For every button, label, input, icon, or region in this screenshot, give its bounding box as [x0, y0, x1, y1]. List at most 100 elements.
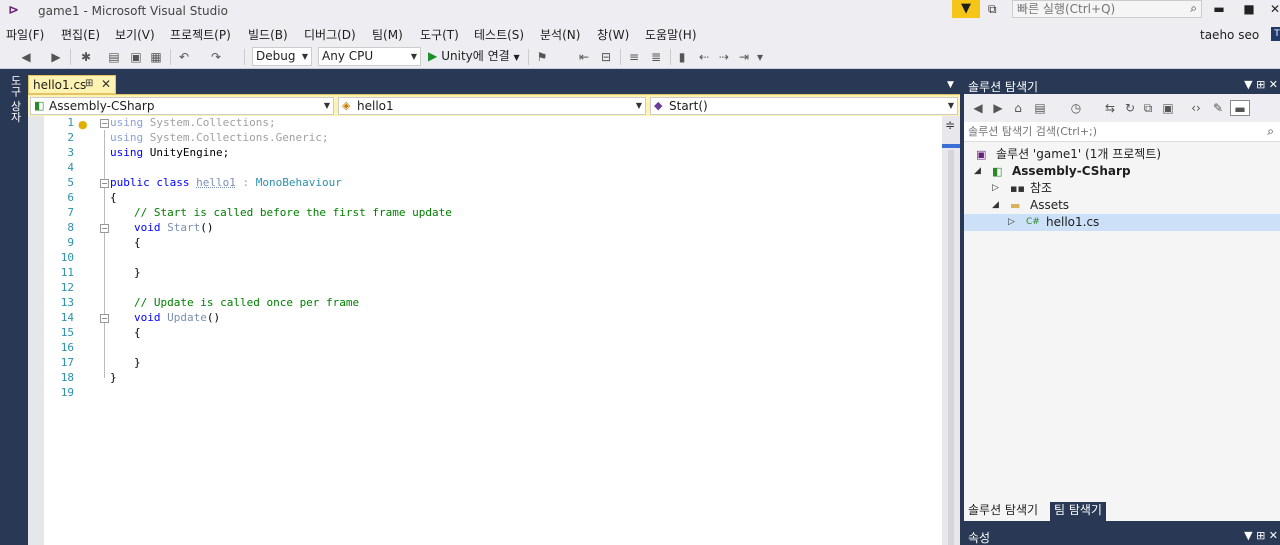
quick-launch-input[interactable] — [1017, 2, 1177, 16]
comment-lines-icon[interactable]: ≡ — [626, 49, 642, 65]
collapse-region-toggle[interactable]: − — [100, 314, 109, 323]
pending-changes-filter-icon[interactable]: ◷ — [1068, 100, 1084, 116]
close-icon[interactable]: ✕ — [101, 77, 111, 91]
scroll-thumb[interactable] — [948, 150, 954, 545]
attach-to-unity-button[interactable]: ▶ Unity에 연결 ▼ — [428, 48, 520, 66]
tree-item-project[interactable]: ◢ ◧ Assembly-CSharp — [964, 163, 1280, 180]
forward-icon[interactable]: ▶ — [990, 100, 1006, 116]
collapse-region-toggle[interactable]: − — [100, 179, 109, 188]
menu-view[interactable]: 보기(V) — [115, 26, 155, 43]
toolbox-tab[interactable]: 도구 상자 — [5, 75, 23, 135]
tab-solution-explorer[interactable]: 솔루션 탐색기 — [964, 502, 1043, 521]
quick-launch-box[interactable]: ⌕ — [1012, 0, 1202, 18]
step-into-icon[interactable]: ⇤ — [576, 49, 592, 65]
line-number: 8 — [67, 221, 74, 234]
signed-in-user[interactable]: taeho seo — [1200, 28, 1259, 42]
search-icon[interactable]: ⌕ — [1190, 1, 1197, 16]
menu-analyze[interactable]: 분석(N) — [540, 26, 580, 43]
pin-icon[interactable]: ⊞ — [1256, 78, 1265, 91]
menu-help[interactable]: 도움말(H) — [645, 26, 697, 43]
properties-icon[interactable]: ✎ — [1210, 100, 1226, 116]
tab-hello1-cs[interactable]: hello1.cs ⊞ ✕ — [28, 75, 116, 94]
save-icon[interactable]: ▣ — [128, 49, 144, 65]
lightbulb-icon[interactable]: ● — [78, 118, 88, 131]
tab-team-explorer[interactable]: 팀 탐색기 — [1050, 502, 1106, 521]
close-icon[interactable]: ✕ — [1269, 529, 1278, 542]
member-dropdown[interactable]: ◆ Start() ▼ — [650, 97, 958, 115]
close-icon[interactable]: ✕ — [1269, 78, 1278, 91]
solution-tree: ▣ 솔루션 'game1' (1개 프로젝트) ◢ ◧ Assembly-CSh… — [964, 144, 1280, 504]
solution-explorer-panel: 솔루션 탐색기 ▼ ⊞ ✕ ◀ ▶ ⌂ ▤ ◷ ⇆ ↻ ⧉ ▣ ‹› ✎ ▬ ⌕… — [964, 76, 1280, 521]
pin-icon[interactable]: ⊞ — [1256, 529, 1265, 542]
chevron-down-icon[interactable]: ▼ — [1244, 529, 1252, 542]
view-code-icon[interactable]: ‹› — [1188, 100, 1204, 116]
solution-search-input[interactable] — [968, 124, 1248, 139]
split-window-icon[interactable]: ≑ — [945, 118, 955, 132]
solution-configuration-select[interactable]: Debug ▼ — [252, 47, 312, 66]
next-bookmark-icon[interactable]: ⇢ — [716, 49, 732, 65]
menu-edit[interactable]: 편집(E) — [61, 26, 100, 43]
line-number: 7 — [67, 206, 74, 219]
class-dropdown[interactable]: ◈ hello1 ▼ — [338, 97, 646, 115]
refresh-icon[interactable]: ↻ — [1122, 100, 1138, 116]
collapse-region-toggle[interactable]: − — [100, 119, 109, 128]
previous-bookmark-icon[interactable]: ⇠ — [696, 49, 712, 65]
solution-platform-select[interactable]: Any CPU ▼ — [318, 47, 421, 66]
window-title: game1 - Microsoft Visual Studio — [38, 4, 228, 18]
menu-tools[interactable]: 도구(T) — [420, 26, 459, 43]
solution-explorer-search[interactable]: ⌕ — [964, 122, 1280, 142]
menu-project[interactable]: 프로젝트(P) — [170, 26, 231, 43]
clear-bookmarks-icon[interactable]: ⇥ — [736, 49, 752, 65]
toolbar-overflow-icon[interactable]: ▾ — [752, 49, 768, 65]
avatar[interactable]: T — [1271, 27, 1280, 41]
uncomment-lines-icon[interactable]: ≣ — [648, 49, 664, 65]
format-document-icon[interactable]: ⊟ — [598, 49, 614, 65]
menu-test[interactable]: 테스트(S) — [474, 26, 524, 43]
expanded-arrow-icon[interactable]: ◢ — [992, 197, 999, 214]
pin-icon[interactable]: ⊞ — [85, 78, 93, 89]
menu-build[interactable]: 빌드(B) — [248, 26, 288, 43]
menu-debug[interactable]: 디버그(D) — [304, 26, 356, 43]
notification-filter-icon[interactable]: ▼ — [952, 0, 980, 18]
close-button[interactable]: ✕ — [1262, 0, 1280, 18]
collapsed-arrow-icon[interactable]: ▷ — [992, 180, 999, 197]
menu-team[interactable]: 팀(M) — [372, 26, 403, 43]
navigate-back-icon[interactable]: ◀ — [18, 49, 34, 65]
code-line-3: using UnityEngine; — [110, 146, 229, 159]
tree-item-references[interactable]: ▷ ▪▪ 참조 — [964, 180, 1280, 197]
tree-item-solution[interactable]: ▣ 솔루션 'game1' (1개 프로젝트) — [964, 146, 1280, 163]
navigate-forward-icon[interactable]: ▶ — [48, 49, 64, 65]
bookmark-icon[interactable]: ▮ — [674, 49, 690, 65]
sync-with-document-icon[interactable]: ⇆ — [1102, 100, 1118, 116]
browser-link-icon[interactable]: ⚑ — [534, 49, 550, 65]
menu-window[interactable]: 창(W) — [597, 26, 629, 43]
menu-file[interactable]: 파일(F) — [6, 26, 44, 43]
vertical-scrollbar[interactable]: ≑ — [942, 116, 960, 545]
class-icon: ◈ — [342, 99, 351, 112]
collapse-all-icon[interactable]: ⧉ — [1140, 100, 1156, 116]
chevron-down-icon[interactable]: ▼ — [947, 80, 954, 90]
switch-views-icon[interactable]: ▤ — [1032, 100, 1048, 116]
preview-selected-items-icon[interactable]: ▬ — [1230, 100, 1250, 116]
tree-item-hello1-cs[interactable]: ▷ C# hello1.cs — [964, 214, 1280, 231]
project-dropdown[interactable]: ◧ Assembly-CSharp ▼ — [30, 97, 334, 115]
panel-controls: ▼ ⊞ ✕ — [1244, 78, 1278, 91]
back-icon[interactable]: ◀ — [970, 100, 986, 116]
undo-icon[interactable]: ↶ — [176, 49, 192, 65]
chevron-down-icon[interactable]: ▼ — [1244, 78, 1252, 91]
code-editor[interactable]: ● 1 2 3 4 5 6 7 8 9 10 11 12 13 14 15 16… — [28, 116, 942, 545]
search-icon[interactable]: ⌕ — [1267, 124, 1274, 139]
expanded-arrow-icon[interactable]: ◢ — [974, 163, 981, 180]
collapse-region-toggle[interactable]: − — [100, 224, 109, 233]
redo-icon[interactable]: ↷ — [208, 49, 224, 65]
home-icon[interactable]: ⌂ — [1010, 100, 1026, 116]
maximize-button[interactable]: ■ — [1236, 0, 1262, 18]
tree-item-assets-folder[interactable]: ◢ ▬ Assets — [964, 197, 1280, 214]
feedback-icon[interactable]: ⧉ — [988, 2, 1004, 18]
new-project-icon[interactable]: ✱ — [78, 49, 94, 65]
show-all-files-icon[interactable]: ▣ — [1160, 100, 1176, 116]
minimize-button[interactable]: ▬ — [1206, 0, 1232, 18]
save-all-icon[interactable]: ▦ — [148, 49, 164, 65]
collapsed-arrow-icon[interactable]: ▷ — [1008, 214, 1015, 231]
open-file-icon[interactable]: ▤ — [106, 49, 122, 65]
